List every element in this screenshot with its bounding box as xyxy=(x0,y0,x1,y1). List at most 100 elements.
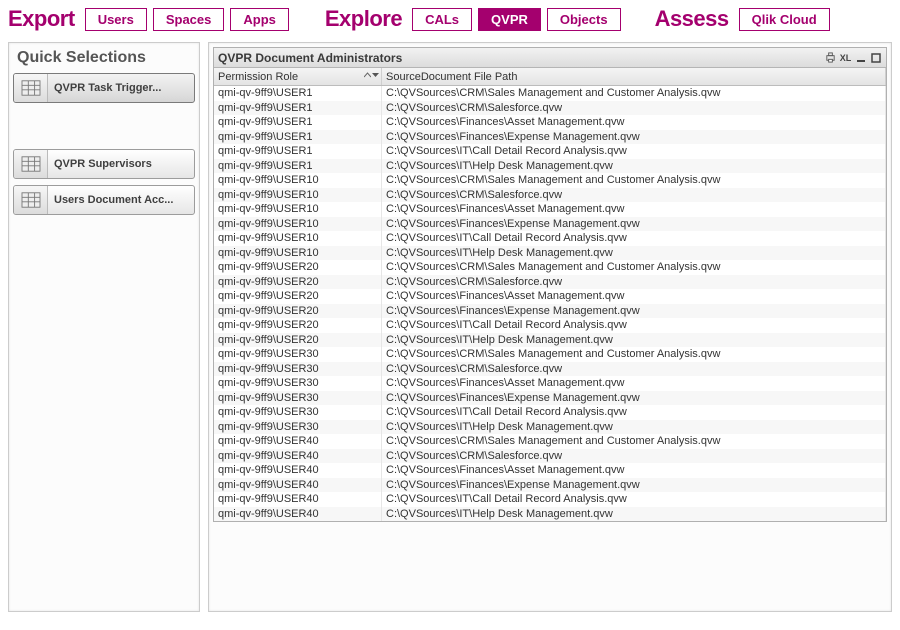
cell-source-path: C:\QVSources\Finances\Expense Management… xyxy=(382,304,886,319)
cell-source-path: C:\QVSources\CRM\Salesforce.qvw xyxy=(382,101,886,116)
nav-spaces[interactable]: Spaces xyxy=(153,8,225,31)
table-row[interactable]: qmi-qv-9ff9\USER1C:\QVSources\CRM\Salesf… xyxy=(214,101,886,116)
cell-source-path: C:\QVSources\CRM\Salesforce.qvw xyxy=(382,188,886,203)
table-row[interactable]: qmi-qv-9ff9\USER40C:\QVSources\Finances\… xyxy=(214,463,886,478)
cell-permission-role: qmi-qv-9ff9\USER40 xyxy=(214,434,382,449)
cell-permission-role: qmi-qv-9ff9\USER20 xyxy=(214,289,382,304)
sort-dropdown-icon[interactable] xyxy=(364,70,379,80)
cell-source-path: C:\QVSources\Finances\Asset Management.q… xyxy=(382,289,886,304)
table-row[interactable]: qmi-qv-9ff9\USER30C:\QVSources\CRM\Sales… xyxy=(214,362,886,377)
qvpr-doc-admins-object: QVPR Document Administrators XL Pe xyxy=(213,47,887,522)
table-row[interactable]: qmi-qv-9ff9\USER30C:\QVSources\CRM\Sales… xyxy=(214,347,886,362)
nav-qvpr[interactable]: QVPR xyxy=(478,8,541,31)
table-row[interactable]: qmi-qv-9ff9\USER40C:\QVSources\IT\Help D… xyxy=(214,507,886,522)
cell-permission-role: qmi-qv-9ff9\USER30 xyxy=(214,376,382,391)
cell-source-path: C:\QVSources\Finances\Asset Management.q… xyxy=(382,115,886,130)
cell-source-path: C:\QVSources\CRM\Sales Management and Cu… xyxy=(382,347,886,362)
object-title: QVPR Document Administrators xyxy=(218,51,824,65)
table-row[interactable]: qmi-qv-9ff9\USER30C:\QVSources\Finances\… xyxy=(214,391,886,406)
col-permission-role[interactable]: Permission Role xyxy=(214,68,382,85)
top-nav: Export Users Spaces Apps Explore CALs QV… xyxy=(0,0,900,42)
cell-permission-role: qmi-qv-9ff9\USER1 xyxy=(214,159,382,174)
nav-apps[interactable]: Apps xyxy=(230,8,289,31)
cell-permission-role: qmi-qv-9ff9\USER10 xyxy=(214,231,382,246)
cell-permission-role: qmi-qv-9ff9\USER30 xyxy=(214,391,382,406)
qs-supervisors[interactable]: QVPR Supervisors xyxy=(13,149,195,179)
cell-permission-role: qmi-qv-9ff9\USER30 xyxy=(214,405,382,420)
assess-label: Assess xyxy=(655,6,729,32)
quick-selections-title: Quick Selections xyxy=(13,47,195,73)
nav-cals[interactable]: CALs xyxy=(412,8,472,31)
cell-permission-role: qmi-qv-9ff9\USER20 xyxy=(214,275,382,290)
cell-source-path: C:\QVSources\Finances\Asset Management.q… xyxy=(382,202,886,217)
col-label: SourceDocument File Path xyxy=(386,71,517,83)
cell-source-path: C:\QVSources\CRM\Salesforce.qvw xyxy=(382,449,886,464)
cell-source-path: C:\QVSources\IT\Help Desk Management.qvw xyxy=(382,507,886,522)
table-row[interactable]: qmi-qv-9ff9\USER10C:\QVSources\CRM\Sales… xyxy=(214,173,886,188)
table-row[interactable]: qmi-qv-9ff9\USER1C:\QVSources\IT\Call De… xyxy=(214,144,886,159)
cell-source-path: C:\QVSources\Finances\Asset Management.q… xyxy=(382,376,886,391)
grid-icon xyxy=(14,74,48,102)
cell-source-path: C:\QVSources\CRM\Sales Management and Cu… xyxy=(382,86,886,101)
minimize-icon[interactable] xyxy=(854,51,867,64)
table-row[interactable]: qmi-qv-9ff9\USER10C:\QVSources\Finances\… xyxy=(214,217,886,232)
cell-source-path: C:\QVSources\IT\Help Desk Management.qvw xyxy=(382,159,886,174)
explore-label: Explore xyxy=(325,6,402,32)
table-row[interactable]: qmi-qv-9ff9\USER20C:\QVSources\Finances\… xyxy=(214,304,886,319)
col-source-doc-path[interactable]: SourceDocument File Path xyxy=(382,68,886,85)
table-row[interactable]: qmi-qv-9ff9\USER10C:\QVSources\IT\Help D… xyxy=(214,246,886,261)
export-xl-icon[interactable]: XL xyxy=(839,51,852,64)
export-label: Export xyxy=(8,6,75,32)
cell-permission-role: qmi-qv-9ff9\USER20 xyxy=(214,260,382,275)
maximize-icon[interactable] xyxy=(869,51,882,64)
grid-icon xyxy=(14,186,48,214)
table-rows: qmi-qv-9ff9\USER1C:\QVSources\CRM\Sales … xyxy=(214,86,886,521)
print-icon[interactable] xyxy=(824,51,837,64)
nav-objects[interactable]: Objects xyxy=(547,8,621,31)
table-row[interactable]: qmi-qv-9ff9\USER1C:\QVSources\IT\Help De… xyxy=(214,159,886,174)
cell-permission-role: qmi-qv-9ff9\USER10 xyxy=(214,173,382,188)
quick-selections-panel: Quick Selections QVPR Task Trigger... QV… xyxy=(8,42,200,612)
nav-users[interactable]: Users xyxy=(85,8,147,31)
cell-permission-role: qmi-qv-9ff9\USER10 xyxy=(214,202,382,217)
qs-users-doc-access[interactable]: Users Document Acc... xyxy=(13,185,195,215)
cell-permission-role: qmi-qv-9ff9\USER20 xyxy=(214,304,382,319)
table-row[interactable]: qmi-qv-9ff9\USER10C:\QVSources\CRM\Sales… xyxy=(214,188,886,203)
grid-icon xyxy=(14,150,48,178)
cell-permission-role: qmi-qv-9ff9\USER40 xyxy=(214,449,382,464)
nav-qlikcloud[interactable]: Qlik Cloud xyxy=(739,8,830,31)
cell-permission-role: qmi-qv-9ff9\USER10 xyxy=(214,246,382,261)
table-row[interactable]: qmi-qv-9ff9\USER30C:\QVSources\IT\Call D… xyxy=(214,405,886,420)
qs-task-triggers[interactable]: QVPR Task Trigger... xyxy=(13,73,195,103)
spacer xyxy=(13,109,195,149)
table-row[interactable]: qmi-qv-9ff9\USER10C:\QVSources\Finances\… xyxy=(214,202,886,217)
table-row[interactable]: qmi-qv-9ff9\USER10C:\QVSources\IT\Call D… xyxy=(214,231,886,246)
table-row[interactable]: qmi-qv-9ff9\USER20C:\QVSources\CRM\Sales… xyxy=(214,260,886,275)
cell-permission-role: qmi-qv-9ff9\USER20 xyxy=(214,333,382,348)
table-row[interactable]: qmi-qv-9ff9\USER40C:\QVSources\Finances\… xyxy=(214,478,886,493)
table-row[interactable]: qmi-qv-9ff9\USER40C:\QVSources\IT\Call D… xyxy=(214,492,886,507)
table-row[interactable]: qmi-qv-9ff9\USER40C:\QVSources\CRM\Sales… xyxy=(214,434,886,449)
table-row[interactable]: qmi-qv-9ff9\USER1C:\QVSources\Finances\A… xyxy=(214,115,886,130)
table-row[interactable]: qmi-qv-9ff9\USER1C:\QVSources\Finances\E… xyxy=(214,130,886,145)
cell-source-path: C:\QVSources\IT\Call Detail Record Analy… xyxy=(382,492,886,507)
object-titlebar[interactable]: QVPR Document Administrators XL xyxy=(214,48,886,68)
cell-permission-role: qmi-qv-9ff9\USER1 xyxy=(214,144,382,159)
table-row[interactable]: qmi-qv-9ff9\USER20C:\QVSources\IT\Help D… xyxy=(214,333,886,348)
table-row[interactable]: qmi-qv-9ff9\USER30C:\QVSources\IT\Help D… xyxy=(214,420,886,435)
table-row[interactable]: qmi-qv-9ff9\USER30C:\QVSources\Finances\… xyxy=(214,376,886,391)
table-row[interactable]: qmi-qv-9ff9\USER1C:\QVSources\CRM\Sales … xyxy=(214,86,886,101)
table-row[interactable]: qmi-qv-9ff9\USER20C:\QVSources\CRM\Sales… xyxy=(214,275,886,290)
cell-source-path: C:\QVSources\CRM\Sales Management and Cu… xyxy=(382,434,886,449)
cell-source-path: C:\QVSources\CRM\Sales Management and Cu… xyxy=(382,173,886,188)
cell-permission-role: qmi-qv-9ff9\USER1 xyxy=(214,115,382,130)
cell-permission-role: qmi-qv-9ff9\USER40 xyxy=(214,463,382,478)
table-row[interactable]: qmi-qv-9ff9\USER40C:\QVSources\CRM\Sales… xyxy=(214,449,886,464)
cell-source-path: C:\QVSources\Finances\Asset Management.q… xyxy=(382,463,886,478)
table-row[interactable]: qmi-qv-9ff9\USER20C:\QVSources\IT\Call D… xyxy=(214,318,886,333)
cell-source-path: C:\QVSources\IT\Call Detail Record Analy… xyxy=(382,405,886,420)
table-row[interactable]: qmi-qv-9ff9\USER20C:\QVSources\Finances\… xyxy=(214,289,886,304)
col-label: Permission Role xyxy=(218,71,298,83)
cell-permission-role: qmi-qv-9ff9\USER40 xyxy=(214,507,382,522)
qs-label: Users Document Acc... xyxy=(48,194,194,206)
